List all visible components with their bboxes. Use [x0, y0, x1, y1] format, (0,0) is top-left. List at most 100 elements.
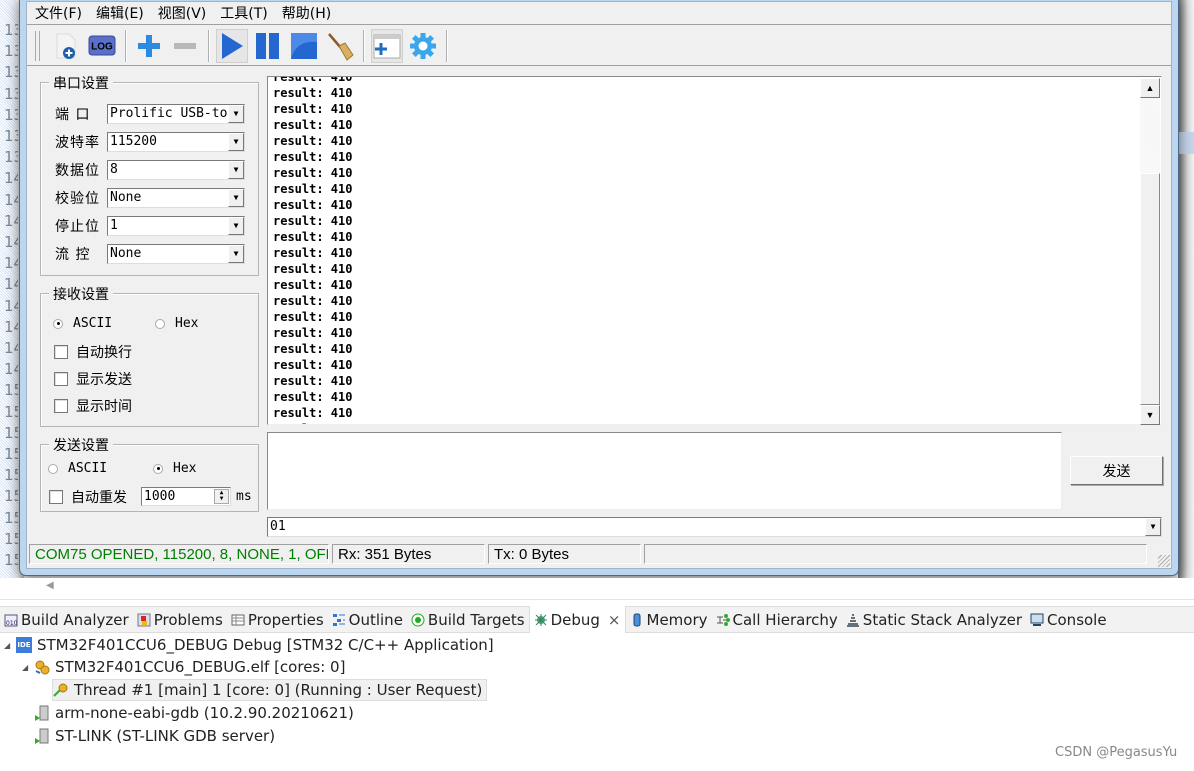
tree-item-label: STM32F401CCU6_DEBUG Debug [STM32 C/C++ A…	[37, 636, 494, 654]
toolbar-grip[interactable]	[35, 30, 40, 61]
scroll-left-icon[interactable]: ◀	[46, 580, 54, 591]
process-icon	[34, 659, 50, 675]
chevron-down-icon[interactable]: ▼	[228, 189, 244, 207]
scroll-down-button[interactable]: ▼	[1140, 405, 1160, 425]
menu-tools[interactable]: 工具(T)	[220, 3, 267, 23]
auto-resend-checkbox[interactable]: 自动重发	[49, 487, 127, 507]
tree-item-thread[interactable]: Thread #1 [main] 1 [core: 0] (Running : …	[52, 679, 488, 701]
tab-label: Problems	[153, 610, 223, 629]
tab-problems[interactable]: Problems	[133, 606, 227, 633]
send-ascii-radio[interactable]: ASCII	[48, 461, 107, 476]
menu-view[interactable]: 视图(V)	[158, 3, 207, 23]
menu-file[interactable]: 文件(F)	[35, 3, 82, 23]
spin-arrows-icon[interactable]: ▲ ▼	[214, 489, 229, 504]
tab-debug[interactable]: Debug ×	[528, 606, 626, 633]
tab-build-targets[interactable]: Build Targets	[407, 606, 529, 633]
flow-control-select[interactable]: None ▼	[107, 244, 245, 264]
resend-interval-value: 1000	[144, 489, 176, 504]
receive-text-lines: result: 410 result: 410 result: 410 resu…	[273, 86, 353, 424]
minus-icon	[174, 42, 196, 49]
data-bits-value: 8	[110, 162, 118, 177]
scrollbar-thumb[interactable]	[1140, 173, 1160, 405]
receive-scrollbar[interactable]: ▲ ▼	[1140, 78, 1160, 425]
receive-hex-radio[interactable]: Hex	[155, 316, 198, 331]
chevron-down-icon[interactable]: ▼	[228, 245, 244, 263]
scroll-up-button[interactable]: ▲	[1140, 78, 1160, 98]
tree-item-launch[interactable]: ◢ IDE STM32F401CCU6_DEBUG Debug [STM32 C…	[4, 634, 494, 656]
data-bits-label: 数据位	[55, 163, 100, 179]
resend-interval-spinbox[interactable]: 1000 ▲ ▼	[141, 487, 231, 506]
static-stack-icon	[846, 613, 860, 627]
resize-grip[interactable]	[1158, 555, 1170, 567]
tab-build-analyzer[interactable]: 010 Build Analyzer	[0, 606, 133, 633]
new-window-button[interactable]	[371, 28, 403, 63]
remove-button[interactable]	[169, 29, 201, 63]
send-hex-radio[interactable]: Hex	[153, 461, 196, 476]
tab-console[interactable]: Console	[1026, 606, 1111, 633]
send-history-select[interactable]: 01 ▼	[267, 517, 1162, 537]
tab-properties[interactable]: Properties	[227, 606, 328, 633]
port-value: Prolific USB-to	[110, 106, 228, 121]
chevron-down-icon[interactable]: ▼	[228, 105, 244, 123]
send-history-value: 01	[270, 519, 286, 534]
show-send-checkbox[interactable]: 显示发送	[54, 369, 132, 389]
rx-count: Rx: 351 Bytes	[332, 544, 485, 564]
tab-call-hierarchy[interactable]: Call Hierarchy	[712, 606, 842, 633]
chevron-down-icon[interactable]: ▼	[228, 133, 244, 151]
radio-selected-icon	[153, 463, 163, 474]
serial-assistant-client: 文件(F) 编辑(E) 视图(V) 工具(T) 帮助(H) LOG 串口设置 端…	[26, 1, 1172, 569]
clear-button[interactable]	[324, 29, 356, 63]
start-button[interactable]	[216, 28, 248, 63]
auto-wrap-checkbox[interactable]: 自动换行	[54, 342, 132, 362]
tree-expanded-icon[interactable]: ◢	[4, 641, 16, 650]
pause-icon	[256, 32, 279, 59]
show-time-checkbox[interactable]: 显示时间	[54, 396, 132, 416]
data-bits-select[interactable]: 8 ▼	[107, 160, 245, 180]
toolbar-separator	[446, 29, 447, 62]
serial-settings-group: 串口设置 端 口 Prolific USB-to ▼ 波特率 115200 ▼ 数据…	[40, 73, 259, 276]
tab-memory[interactable]: Memory	[626, 606, 712, 633]
stop-button[interactable]	[288, 29, 320, 63]
console-icon	[1030, 613, 1044, 627]
stop-bits-select[interactable]: 1 ▼	[107, 216, 245, 236]
menu-help[interactable]: 帮助(H)	[282, 3, 331, 23]
parity-select[interactable]: None ▼	[107, 188, 245, 208]
stop-bits-value: 1	[110, 218, 118, 233]
close-icon[interactable]: ×	[608, 611, 621, 629]
new-file-button[interactable]	[50, 29, 82, 63]
chevron-down-icon[interactable]: ▼	[228, 217, 244, 235]
receive-settings-title: 接收设置	[49, 284, 113, 304]
settings-button[interactable]	[407, 29, 439, 63]
memory-icon	[630, 613, 644, 627]
tab-label: Build Analyzer	[21, 610, 129, 629]
chevron-down-icon[interactable]: ▼	[228, 161, 244, 179]
thread-icon	[53, 682, 69, 698]
auto-resend-label: 自动重发	[71, 490, 127, 506]
chevron-down-icon[interactable]: ▼	[1145, 518, 1161, 536]
svg-text:LOG: LOG	[91, 41, 113, 52]
ide-horizontal-scrollbar[interactable]: ◀	[0, 578, 1194, 600]
log-button[interactable]: LOG	[86, 29, 118, 63]
send-textarea[interactable]	[267, 432, 1062, 510]
receive-textarea[interactable]: result: 410 result: 410 result: 410 resul…	[267, 76, 1162, 425]
tree-expanded-icon[interactable]: ◢	[22, 663, 34, 672]
add-button[interactable]	[133, 29, 165, 63]
tab-outline[interactable]: Outline	[328, 606, 407, 633]
ide-view-tabs: 010 Build Analyzer Problems Properties Ou…	[0, 606, 1194, 633]
receive-ascii-radio[interactable]: ASCII	[53, 316, 112, 331]
receive-ascii-label: ASCII	[73, 316, 113, 331]
tab-label: Debug	[550, 610, 600, 629]
baud-select[interactable]: 115200 ▼	[107, 132, 245, 152]
pause-button[interactable]	[252, 29, 284, 63]
port-select[interactable]: Prolific USB-to ▼	[107, 104, 245, 124]
tree-item-gdb-server[interactable]: ST-LINK (ST-LINK GDB server)	[34, 725, 275, 747]
send-button[interactable]: 发送	[1070, 456, 1163, 485]
ide-right-edge	[1178, 0, 1194, 600]
tree-item-process[interactable]: ◢ STM32F401CCU6_DEBUG.elf [cores: 0]	[22, 656, 345, 678]
menu-edit[interactable]: 编辑(E)	[96, 3, 144, 23]
build-targets-icon	[411, 613, 425, 627]
tree-item-gdb[interactable]: arm-none-eabi-gdb (10.2.90.20210621)	[34, 702, 354, 724]
send-settings-group: 发送设置 ASCII Hex 自动重发 1000 ▲ ▼ ms	[40, 435, 259, 512]
tab-static-stack-analyzer[interactable]: Static Stack Analyzer	[842, 606, 1026, 633]
tab-label: Console	[1047, 610, 1107, 629]
